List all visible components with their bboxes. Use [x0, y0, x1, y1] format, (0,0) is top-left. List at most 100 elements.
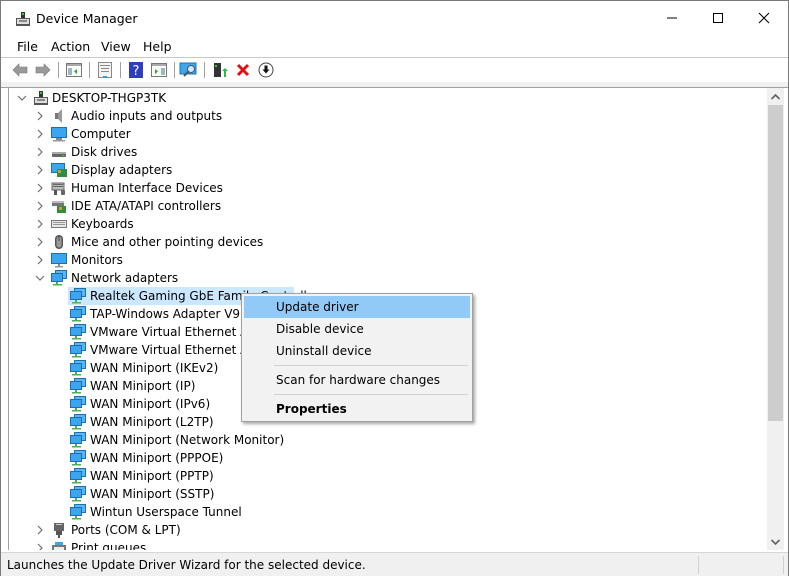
menu-item-update-driver[interactable]: Update driver — [244, 296, 470, 318]
expand-chevron-right-icon[interactable] — [35, 539, 45, 550]
network-adapter-icon — [51, 270, 67, 286]
tree-category[interactable]: Print queues — [9, 539, 768, 550]
vertical-scrollbar[interactable] — [767, 88, 784, 550]
menu-item-label: Uninstall device — [276, 344, 372, 358]
tree-category[interactable]: Disk drives — [9, 143, 768, 161]
menu-help[interactable]: Help — [143, 39, 172, 54]
tree-item-label: DESKTOP-THGP3TK — [52, 91, 167, 105]
scrollbar-thumb[interactable] — [768, 105, 783, 421]
mouse-icon — [51, 234, 67, 250]
menu-file[interactable]: File — [17, 39, 38, 54]
expand-chevron-right-icon[interactable] — [35, 143, 45, 161]
tree-item-label: Display adapters — [71, 163, 173, 177]
tree-category[interactable]: Human Interface Devices — [9, 179, 768, 197]
properties-button[interactable] — [95, 60, 115, 80]
tree-device-item[interactable]: WAN Miniport (PPTP) — [9, 467, 768, 485]
network-adapter-icon — [70, 414, 86, 430]
show-hide-console-tree-icon — [66, 63, 82, 77]
menu-item-disable-device[interactable]: Disable device — [244, 318, 470, 340]
help-icon: ? — [129, 62, 143, 78]
scan-hardware-button[interactable] — [179, 60, 199, 80]
show-hide-console-tree-button[interactable] — [64, 60, 84, 80]
help-button[interactable]: ? — [126, 60, 146, 80]
expand-chevron-down-icon[interactable] — [17, 89, 27, 107]
chevron-down-icon — [771, 538, 780, 545]
tree-device-item[interactable]: WAN Miniport (Network Monitor) — [9, 431, 768, 449]
context-menu: Update driver Disable device Uninstall d… — [241, 293, 473, 422]
expand-chevron-right-icon[interactable] — [35, 179, 45, 197]
network-adapter-icon — [70, 450, 86, 466]
network-adapter-icon — [70, 486, 86, 502]
tree-item-label: Human Interface Devices — [71, 181, 223, 195]
expand-chevron-right-icon[interactable] — [35, 107, 45, 125]
expand-chevron-right-icon[interactable] — [35, 521, 45, 539]
tree-root[interactable]: DESKTOP-THGP3TK — [9, 89, 768, 107]
status-bar: Launches the Update Driver Wizard for th… — [1, 552, 788, 576]
expand-chevron-right-icon[interactable] — [35, 197, 45, 215]
tree-category[interactable]: Network adapters — [9, 269, 768, 287]
svg-text:?: ? — [133, 64, 140, 78]
tree-item-label: TAP-Windows Adapter V9 — [90, 307, 241, 321]
tree-category[interactable]: Audio inputs and outputs — [9, 107, 768, 125]
disable-device-icon — [258, 62, 274, 78]
disable-device-button[interactable] — [256, 60, 276, 80]
menu-view[interactable]: View — [101, 39, 131, 54]
status-separator — [698, 556, 699, 574]
tree-category[interactable]: Ports (COM & LPT) — [9, 521, 768, 539]
tree-item-label: WAN Miniport (IKEv2) — [90, 361, 219, 375]
tree-item-label: WAN Miniport (PPPOE) — [90, 451, 224, 465]
network-adapter-icon — [70, 306, 86, 322]
network-adapter-icon — [70, 378, 86, 394]
forward-arrow-icon — [35, 63, 51, 77]
network-adapter-icon — [70, 504, 86, 520]
minimize-button[interactable] — [649, 1, 695, 35]
toolbar-separator — [58, 62, 59, 78]
disk-drive-icon — [51, 144, 67, 160]
menu-bar: File Action View Help — [1, 35, 788, 58]
uninstall-device-button[interactable] — [233, 60, 253, 80]
menu-item-properties[interactable]: Properties — [244, 398, 470, 420]
tree-device-item[interactable]: WAN Miniport (SSTP) — [9, 485, 768, 503]
tree-item-label: WAN Miniport (PPTP) — [90, 469, 214, 483]
tree-category[interactable]: Keyboards — [9, 215, 768, 233]
tree-category[interactable]: Mice and other pointing devices — [9, 233, 768, 251]
menu-action[interactable]: Action — [51, 39, 90, 54]
menu-item-label: Update driver — [276, 300, 359, 314]
expand-chevron-right-icon[interactable] — [35, 233, 45, 251]
expand-chevron-right-icon[interactable] — [35, 215, 45, 233]
scroll-up-button[interactable] — [767, 88, 784, 105]
network-adapter-icon — [70, 342, 86, 358]
expand-chevron-right-icon[interactable] — [35, 251, 45, 269]
toolbar: ? — [1, 58, 788, 82]
toolbar-separator — [89, 62, 90, 78]
tree-category[interactable]: Display adapters — [9, 161, 768, 179]
network-adapter-icon — [70, 396, 86, 412]
hid-icon — [51, 180, 67, 196]
tree-category[interactable]: Monitors — [9, 251, 768, 269]
expand-chevron-down-icon[interactable] — [35, 269, 45, 287]
menu-item-scan-hardware[interactable]: Scan for hardware changes — [244, 369, 470, 391]
tree-category[interactable]: Computer — [9, 125, 768, 143]
tree-category[interactable]: IDE ATA/ATAPI controllers — [9, 197, 768, 215]
maximize-button[interactable] — [695, 1, 741, 35]
maximize-icon — [713, 13, 723, 23]
scroll-down-button[interactable] — [767, 533, 784, 550]
forward-button[interactable] — [33, 60, 53, 80]
close-button[interactable] — [741, 1, 787, 35]
back-button[interactable] — [10, 60, 30, 80]
printer-icon — [51, 540, 67, 550]
update-driver-button[interactable] — [210, 60, 230, 80]
computer-icon — [33, 90, 49, 106]
tree-device-item[interactable]: WAN Miniport (PPPOE) — [9, 449, 768, 467]
title-bar[interactable]: Device Manager — [1, 1, 788, 35]
expand-chevron-right-icon[interactable] — [35, 161, 45, 179]
tree-item-label: Monitors — [71, 253, 123, 267]
properties-icon — [98, 62, 112, 78]
chevron-up-icon — [771, 93, 780, 100]
menu-item-label: Scan for hardware changes — [276, 373, 441, 387]
toolbar-separator — [120, 62, 121, 78]
expand-chevron-right-icon[interactable] — [35, 125, 45, 143]
menu-item-uninstall-device[interactable]: Uninstall device — [244, 340, 470, 362]
show-hide-action-pane-button[interactable] — [149, 60, 169, 80]
tree-device-item[interactable]: Wintun Userspace Tunnel — [9, 503, 768, 521]
